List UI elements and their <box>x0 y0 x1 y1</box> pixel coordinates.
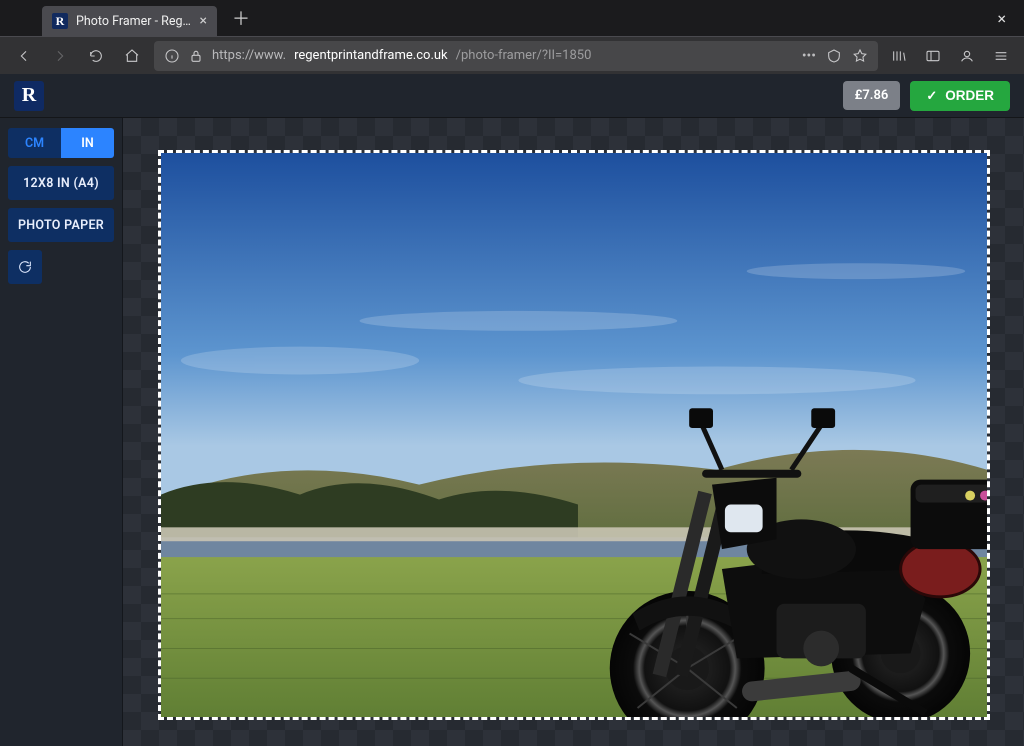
size-button[interactable]: 12X8 IN (A4) <box>8 166 114 200</box>
library-icon[interactable] <box>886 43 912 69</box>
check-icon: ✓ <box>926 88 937 104</box>
forward-button[interactable] <box>46 42 74 70</box>
rotate-button[interactable] <box>8 250 42 284</box>
url-host: regentprintandframe.co.uk <box>294 48 448 63</box>
menu-icon[interactable] <box>988 43 1014 69</box>
order-button[interactable]: ✓ ORDER <box>910 81 1010 111</box>
canvas-area[interactable] <box>122 118 1024 746</box>
tab-strip: R Photo Framer - Regent P × ＋ × <box>0 0 1024 36</box>
protection-icon[interactable] <box>826 48 842 64</box>
lock-icon <box>188 48 204 64</box>
sidebar: CM IN 12X8 IN (A4) PHOTO PAPER <box>0 118 122 746</box>
back-button[interactable] <box>10 42 38 70</box>
new-tab-button[interactable]: ＋ <box>227 4 255 32</box>
paper-button[interactable]: PHOTO PAPER <box>8 208 114 242</box>
reload-button[interactable] <box>82 42 110 70</box>
url-bar[interactable]: https://www. regentprintandframe.co.uk/ph… <box>154 41 878 71</box>
shield-info-icon <box>164 48 180 64</box>
home-button[interactable] <box>118 42 146 70</box>
tab-favicon: R <box>52 13 68 29</box>
unit-toggle: CM IN <box>8 128 114 158</box>
bookmark-star-icon[interactable] <box>852 48 868 64</box>
tab-close-icon[interactable]: × <box>200 13 207 29</box>
price-chip: £7.86 <box>843 81 901 110</box>
brand-logo[interactable]: R <box>14 81 44 111</box>
window-close-icon[interactable]: × <box>989 5 1014 32</box>
url-scheme: https://www. <box>212 48 286 63</box>
account-icon[interactable] <box>954 43 980 69</box>
uploaded-photo <box>161 153 987 717</box>
unit-cm[interactable]: CM <box>8 128 61 158</box>
photo-frame[interactable] <box>158 150 990 720</box>
url-path: /photo-framer/?II=1850 <box>456 48 592 63</box>
browser-tab[interactable]: R Photo Framer - Regent P × <box>42 6 217 36</box>
app-header: R £7.86 ✓ ORDER <box>0 74 1024 118</box>
order-label: ORDER <box>945 88 994 103</box>
page-actions-icon[interactable]: ••• <box>802 48 816 64</box>
nav-bar: https://www. regentprintandframe.co.uk/ph… <box>0 36 1024 74</box>
sidebar-toggle-icon[interactable] <box>920 43 946 69</box>
tab-title: Photo Framer - Regent P <box>76 14 192 29</box>
rotate-icon <box>17 259 33 275</box>
unit-in[interactable]: IN <box>61 128 114 158</box>
